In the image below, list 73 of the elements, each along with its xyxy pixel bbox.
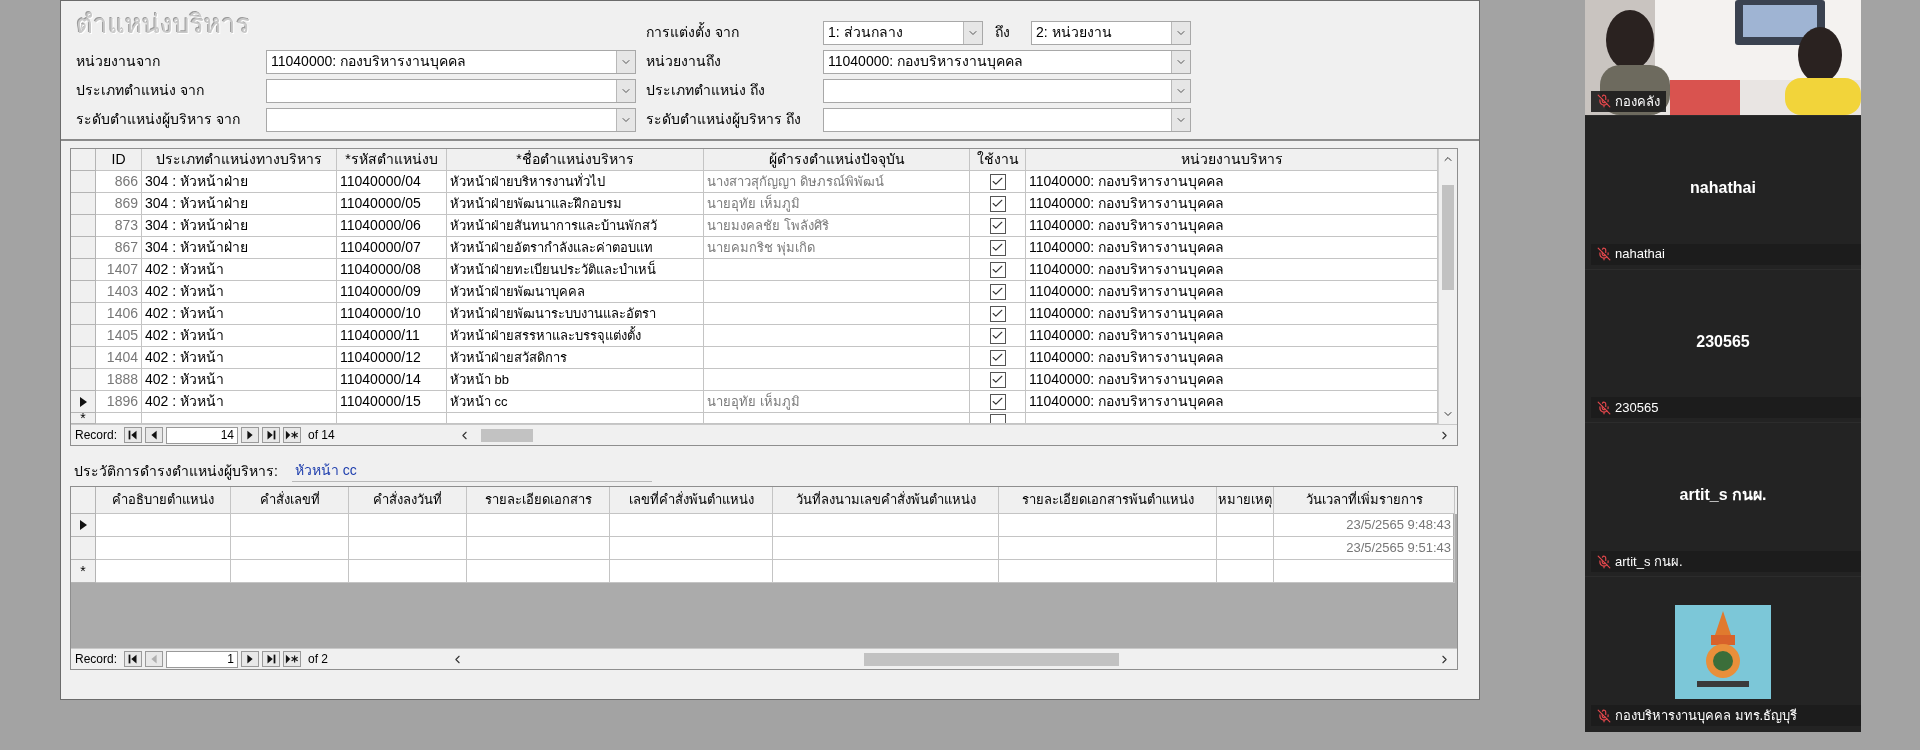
participant-display-name: 230565 bbox=[1696, 331, 1750, 352]
scroll-thumb[interactable] bbox=[480, 428, 533, 442]
next-record-icon[interactable] bbox=[241, 651, 260, 667]
record-number-field[interactable]: 14 bbox=[166, 426, 239, 444]
checkbox[interactable] bbox=[989, 305, 1006, 322]
column-header[interactable]: ID bbox=[96, 149, 142, 171]
filter-label: ประเภทตำแหน่ง ถึง bbox=[646, 81, 766, 100]
form-title: ตำแหน่งบริหาร bbox=[76, 7, 250, 41]
filter-dropdown[interactable]: 11040000: กองบริหารงานบุคคล bbox=[823, 49, 1191, 74]
filter-label: ถึง bbox=[994, 23, 1011, 42]
row-selector[interactable] bbox=[71, 514, 96, 537]
checkbox[interactable] bbox=[989, 349, 1006, 366]
last-record-icon[interactable] bbox=[262, 651, 281, 667]
record-label: Record: bbox=[75, 651, 118, 668]
record-count: of 2 bbox=[308, 651, 329, 668]
participant-name: กองบริหารงานบุคคล มทร.ธัญบุรี bbox=[1615, 706, 1798, 726]
checkbox[interactable] bbox=[989, 283, 1006, 300]
selected-position-field: หัวหน้า cc bbox=[291, 460, 652, 482]
column-header[interactable]: *รหัสตำแหน่งบ bbox=[337, 149, 447, 171]
filter-dropdown[interactable]: 2: หน่วยงาน bbox=[1031, 20, 1191, 45]
filter-dropdown[interactable] bbox=[823, 107, 1191, 132]
new-record-marker: * bbox=[80, 413, 86, 424]
participant-display-name: artit_s กนผ. bbox=[1679, 485, 1767, 506]
participant-name: 230565 bbox=[1615, 399, 1659, 418]
new-record-icon[interactable] bbox=[283, 651, 302, 667]
checkbox[interactable] bbox=[989, 195, 1006, 212]
filter-dropdown[interactable] bbox=[823, 78, 1191, 103]
checkbox[interactable] bbox=[989, 261, 1006, 278]
row-selector[interactable]: * bbox=[71, 413, 96, 424]
column-header[interactable]: *ชื่อตำแหน่งบริหาร bbox=[447, 149, 704, 171]
new-record-icon[interactable] bbox=[283, 427, 302, 443]
participant-name: nahathai bbox=[1615, 245, 1665, 264]
checkbox[interactable] bbox=[989, 371, 1006, 388]
checkbox[interactable] bbox=[989, 173, 1006, 190]
scroll-thumb[interactable] bbox=[1442, 185, 1454, 290]
last-record-icon[interactable] bbox=[262, 427, 281, 443]
column-header[interactable]: หน่วยงานบริหาร bbox=[1026, 149, 1438, 171]
filter-label: หน่วยงานถึง bbox=[646, 52, 722, 71]
record-label: Record: bbox=[75, 427, 118, 444]
filter-label: ระดับตำแหน่งผู้บริหาร จาก bbox=[76, 110, 241, 130]
record-count: of 14 bbox=[308, 427, 335, 444]
table-cell bbox=[1217, 560, 1274, 583]
filter-dropdown[interactable] bbox=[266, 78, 636, 103]
filter-dropdown[interactable] bbox=[266, 107, 636, 132]
participant-name: artit_s กนผ. bbox=[1615, 553, 1683, 571]
row-selector[interactable]: * bbox=[71, 560, 96, 583]
checkbox[interactable] bbox=[989, 393, 1006, 410]
first-record-icon[interactable] bbox=[124, 651, 143, 667]
scroll-thumb[interactable] bbox=[864, 652, 1120, 666]
history-label: ประวัติการดำรงตำแหน่งผู้บริหาร: bbox=[74, 461, 278, 482]
current-record-icon bbox=[79, 396, 87, 407]
checkbox[interactable] bbox=[989, 217, 1006, 234]
checkbox[interactable] bbox=[989, 327, 1006, 344]
filter-label: การแต่งตั้ง จาก bbox=[646, 22, 740, 42]
participant-display-name: nahathai bbox=[1690, 177, 1756, 198]
vertical-scrollbar[interactable] bbox=[1438, 149, 1457, 424]
current-record-icon bbox=[79, 520, 87, 530]
filter-label: หน่วยงานจาก bbox=[76, 52, 161, 71]
row-selector[interactable] bbox=[71, 391, 96, 413]
checkbox[interactable] bbox=[989, 239, 1006, 256]
previous-record-icon[interactable] bbox=[145, 427, 164, 443]
record-number-field[interactable]: 1 bbox=[166, 650, 239, 668]
next-record-icon[interactable] bbox=[241, 427, 260, 443]
first-record-icon[interactable] bbox=[124, 427, 143, 443]
filter-label: ระดับตำแหน่งผู้บริหาร ถึง bbox=[646, 110, 802, 130]
filter-dropdown[interactable]: 11040000: กองบริหารงานบุคคล bbox=[266, 49, 636, 74]
filter-dropdown[interactable]: 1: ส่วนกลาง bbox=[823, 20, 983, 45]
new-record-marker: * bbox=[80, 564, 86, 578]
participant-name: กองคลัง bbox=[1615, 92, 1660, 111]
column-header[interactable]: ประเภทตำแหน่งทางบริหาร bbox=[142, 149, 337, 171]
column-header[interactable]: ผู้ดำรงตำแหน่งปัจจุบัน bbox=[704, 149, 970, 171]
column-header[interactable]: ใช้งาน bbox=[970, 149, 1026, 171]
filter-label: ประเภทตำแหน่ง จาก bbox=[76, 81, 205, 100]
